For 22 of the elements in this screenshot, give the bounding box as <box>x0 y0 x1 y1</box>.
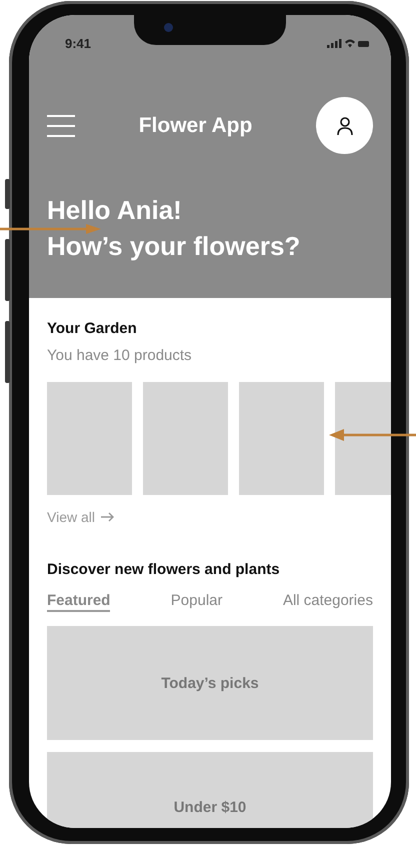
section-title: Discover new flowers and plants <box>47 561 281 578</box>
card-label: Today’s picks <box>161 674 259 692</box>
collection-card[interactable]: Under $10 <box>47 752 373 828</box>
user-icon <box>336 116 354 136</box>
product-count: You have 10 products <box>47 347 193 364</box>
card-label: Under $10 <box>174 799 246 816</box>
greeting-line: Hello Ania! <box>47 197 182 223</box>
product-tile[interactable] <box>47 382 132 495</box>
collection-card[interactable]: Today’s picks <box>47 626 373 740</box>
menu-icon[interactable] <box>47 114 75 136</box>
product-tile[interactable] <box>239 382 324 495</box>
status-time: 9:41 <box>65 36 92 50</box>
category-tab[interactable]: Featured <box>47 592 110 612</box>
greeting-line: How’s your flowers? <box>47 233 300 259</box>
arrow-icon <box>101 512 114 522</box>
section-title: Your Garden <box>47 320 138 337</box>
product-tile[interactable] <box>143 382 228 495</box>
view-all-link[interactable]: View all <box>47 509 114 525</box>
app-title: Flower App <box>138 114 252 138</box>
category-tab[interactable]: Popular <box>170 592 222 612</box>
status-icons <box>327 38 369 48</box>
category-tab[interactable]: All categories <box>282 592 373 612</box>
